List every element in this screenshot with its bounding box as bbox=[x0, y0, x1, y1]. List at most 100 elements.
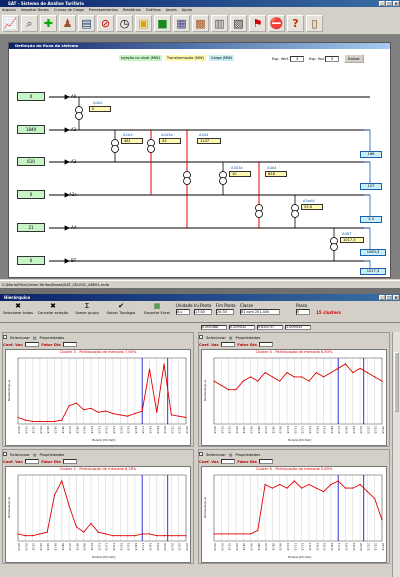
cluster-chart[interactable]: Cluster 6 - Participação de mercado 5,89… bbox=[201, 466, 387, 563]
coef-value-0[interactable]: 0.000388 bbox=[201, 325, 227, 330]
color-box-icon[interactable]: ▣ bbox=[135, 15, 152, 32]
select-checkbox[interactable] bbox=[3, 335, 7, 339]
transformer-value-a2a4[interactable]: 1147 bbox=[197, 138, 221, 144]
transformer-value-a3aa4[interactable]: 53,6 bbox=[301, 204, 323, 210]
magnifier-icon[interactable]: ⌕ bbox=[21, 15, 38, 32]
x-tick-label: 20:15 bbox=[163, 426, 167, 434]
esp-vert-spinner[interactable]: 3 bbox=[290, 56, 304, 62]
select-checkbox[interactable] bbox=[3, 452, 7, 456]
data-point bbox=[271, 376, 273, 378]
coef-value-3[interactable]: 1.009433 bbox=[285, 325, 311, 330]
sum-group-button[interactable]: Σ Somar grupo bbox=[72, 302, 102, 315]
properties-label[interactable]: Propriedades bbox=[40, 452, 65, 457]
select-checkbox[interactable] bbox=[199, 452, 203, 456]
x-tick-label: 02:15 bbox=[228, 426, 232, 434]
calculator-icon[interactable]: ▧ bbox=[230, 15, 247, 32]
fator-dia-field[interactable] bbox=[62, 459, 77, 464]
data-point bbox=[97, 531, 99, 533]
data-point bbox=[61, 419, 63, 421]
passo-select[interactable]: 5 bbox=[296, 309, 310, 315]
injection-a4[interactable]: 21 bbox=[17, 223, 45, 232]
unidade-select[interactable]: d.u bbox=[176, 309, 190, 315]
hier-close-button[interactable]: × bbox=[393, 295, 399, 300]
fim-ponto-select[interactable]: 20:30 bbox=[216, 309, 234, 315]
cluster-chart[interactable]: Cluster 5 - Participação de mercado 6,28… bbox=[5, 466, 191, 563]
hier-maximize-button[interactable]: □ bbox=[386, 295, 392, 300]
load-a3a[interactable]: 3,4 bbox=[360, 216, 382, 223]
fator-dia-field[interactable] bbox=[62, 342, 77, 347]
close-button[interactable]: × bbox=[393, 1, 399, 6]
cluster-panel: Selecionar ▤ Propriedades Coef. Var. Fat… bbox=[198, 332, 390, 447]
properties-icon[interactable]: ▤ bbox=[33, 452, 37, 457]
transformer-value-a2a3[interactable]: 481 bbox=[121, 138, 143, 144]
save-button[interactable]: Salvar bbox=[344, 54, 364, 63]
flag-icon[interactable]: ⚑ bbox=[249, 15, 266, 32]
properties-icon[interactable]: ▤ bbox=[229, 452, 233, 457]
load-a4[interactable]: 1063,3 bbox=[360, 249, 386, 256]
scrollbar-thumb[interactable] bbox=[394, 352, 399, 412]
fator-dia-field[interactable] bbox=[258, 459, 273, 464]
chart-tool-icon[interactable]: 📈 bbox=[2, 15, 19, 32]
table-icon[interactable]: ▤ bbox=[78, 15, 95, 32]
data-point bbox=[90, 522, 92, 524]
properties-label[interactable]: Propriedades bbox=[236, 335, 261, 340]
coef-var-field[interactable] bbox=[221, 342, 236, 347]
injection-a0[interactable]: 0 bbox=[17, 92, 45, 101]
person-icon[interactable]: ♟ bbox=[59, 15, 76, 32]
injection-a3a[interactable]: 0 bbox=[17, 190, 45, 199]
data-point bbox=[46, 420, 48, 422]
transformer-value-a0a2[interactable]: 0 bbox=[89, 106, 111, 112]
properties-icon[interactable]: ▤ bbox=[229, 335, 233, 340]
question-icon[interactable]: ? bbox=[287, 15, 304, 32]
transformer-value-a3a4[interactable]: 858 bbox=[265, 171, 287, 177]
clock-icon[interactable]: ◷ bbox=[116, 15, 133, 32]
data-point bbox=[61, 480, 63, 482]
injection-bt[interactable]: 0 bbox=[17, 256, 45, 265]
y-axis-label: Demanda [p.u] bbox=[203, 497, 207, 518]
select-all-button[interactable]: ✖ Selecionar todos bbox=[2, 302, 34, 315]
cancel-selection-button[interactable]: ✖ Cancelar seleção bbox=[36, 302, 70, 315]
esp-hor-spinner[interactable]: 3 bbox=[325, 56, 339, 62]
coef-value-2[interactable]: 0.633757 bbox=[257, 325, 283, 330]
select-checkbox[interactable] bbox=[199, 335, 203, 339]
add-icon[interactable]: ✚ bbox=[40, 15, 57, 32]
data-point bbox=[344, 487, 347, 489]
coef-value-1[interactable]: 0.209032 bbox=[229, 325, 255, 330]
no-entry-icon[interactable]: ⊘ bbox=[97, 15, 114, 32]
exit-door-icon[interactable]: ▯ bbox=[306, 15, 323, 32]
properties-label[interactable]: Propriedades bbox=[236, 452, 261, 457]
export-excel-button[interactable]: ▦ Exportar Excel bbox=[140, 302, 174, 315]
cluster-chart[interactable]: Cluster 4 - Participação de mercado 6,83… bbox=[201, 349, 387, 446]
transformer-value-a4bt[interactable]: 1017,3 bbox=[340, 237, 364, 243]
transformer-value-a3a3a[interactable]: 10 bbox=[229, 171, 251, 177]
minimize-button[interactable]: _ bbox=[379, 1, 385, 6]
load-a2[interactable]: 166 bbox=[360, 151, 382, 158]
cluster-chart[interactable]: Cluster 3 - Participação de mercado 7,65… bbox=[5, 349, 191, 446]
fator-dia-field[interactable] bbox=[258, 342, 273, 347]
injection-a3[interactable]: 610 bbox=[17, 157, 45, 166]
injection-a2[interactable]: 1849 bbox=[17, 125, 45, 134]
ini-ponto-select[interactable]: 17:00 bbox=[194, 309, 212, 315]
film-icon[interactable]: ▥ bbox=[211, 15, 228, 32]
boxes-icon[interactable]: ▩ bbox=[192, 15, 209, 32]
panels-scrollbar[interactable] bbox=[392, 332, 400, 577]
load-bt[interactable]: 1017,3 bbox=[360, 268, 386, 275]
data-point bbox=[127, 535, 129, 537]
properties-label[interactable]: Propriedades bbox=[40, 335, 65, 340]
transformer-value-a2a3a[interactable]: 43 bbox=[159, 138, 181, 144]
load-a3[interactable]: 107 bbox=[360, 183, 382, 190]
panel-header: Selecionar ▤ Propriedades bbox=[199, 333, 389, 341]
hier-minimize-button[interactable]: _ bbox=[379, 295, 385, 300]
data-point bbox=[119, 535, 121, 537]
maximize-button[interactable]: □ bbox=[386, 1, 392, 6]
save-typology-button[interactable]: ✔ Salvar Tipologia bbox=[104, 302, 138, 315]
coef-var-field[interactable] bbox=[25, 342, 40, 347]
barrier-icon[interactable]: ⛔ bbox=[268, 15, 285, 32]
properties-icon[interactable]: ▤ bbox=[33, 335, 37, 340]
cube-icon[interactable]: ■ bbox=[154, 15, 171, 32]
coef-var-field[interactable] bbox=[25, 459, 40, 464]
classe-select[interactable]: B1 com 201-400 bbox=[240, 309, 280, 315]
data-point bbox=[228, 533, 230, 535]
grid-icon[interactable]: ▦ bbox=[173, 15, 190, 32]
coef-var-field[interactable] bbox=[221, 459, 236, 464]
